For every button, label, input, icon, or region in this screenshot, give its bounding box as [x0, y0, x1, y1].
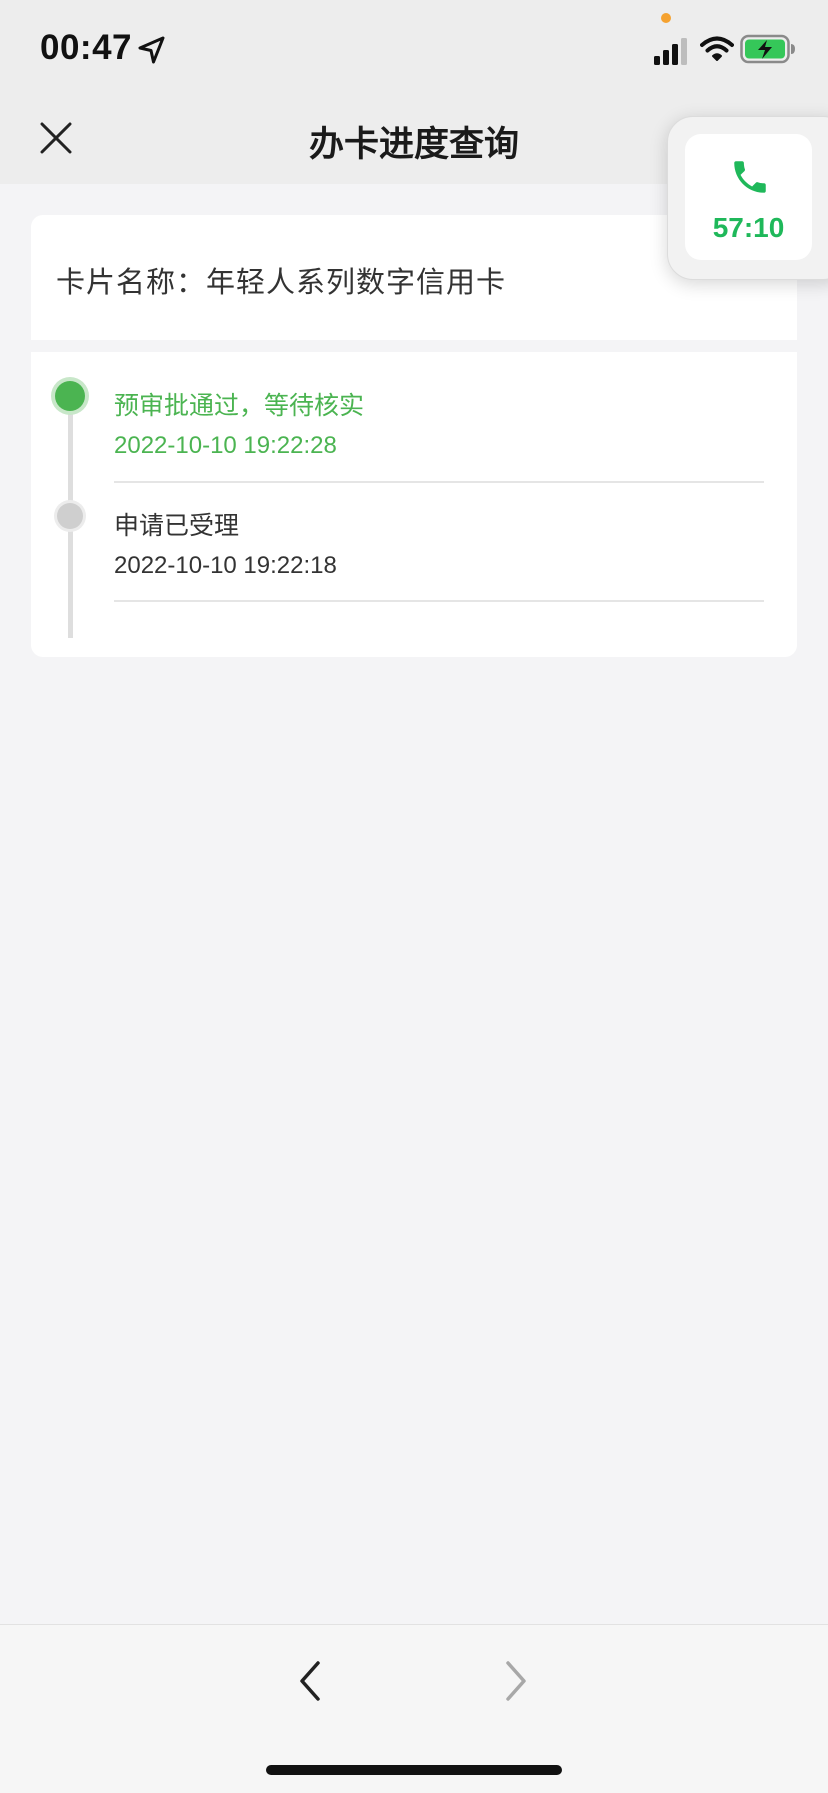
- battery-charging-icon: [740, 34, 795, 64]
- wifi-icon: [700, 36, 734, 61]
- step-status-dot: [57, 503, 83, 529]
- step-title: 申请已受理: [114, 511, 240, 540]
- progress-timeline: 预审批通过，等待核实 2022-10-10 19:22:28 申请已受理 202…: [31, 352, 797, 657]
- privacy-indicator-dot: [661, 13, 671, 23]
- timeline-step-active: 预审批通过，等待核实 2022-10-10 19:22:28: [31, 352, 797, 483]
- step-title: 预审批通过，等待核实: [114, 391, 365, 420]
- timeline-step-done: 申请已受理 2022-10-10 19:22:18: [31, 472, 797, 602]
- chevron-left-icon[interactable]: [292, 1655, 328, 1707]
- chevron-right-icon[interactable]: [498, 1655, 534, 1707]
- status-time: 00:47: [40, 28, 133, 67]
- step-time: 2022-10-10 19:22:28: [114, 432, 337, 459]
- location-arrow-icon: [138, 36, 165, 64]
- home-indicator: [266, 1765, 562, 1775]
- call-floating-widget[interactable]: 57:10: [667, 116, 828, 280]
- phone-icon: [734, 161, 766, 193]
- step-status-dot: [55, 381, 85, 411]
- cellular-signal-icon: [654, 38, 687, 65]
- status-bar: 00:47: [0, 0, 828, 96]
- step-time: 2022-10-10 19:22:18: [114, 552, 337, 579]
- call-widget-card[interactable]: 57:10: [685, 134, 812, 260]
- card-name: 卡片名称：年轻人系列数字信用卡: [56, 265, 507, 299]
- step-divider: [114, 600, 764, 602]
- call-timer: 57:10: [712, 212, 785, 243]
- bottom-toolbar: [0, 1624, 828, 1793]
